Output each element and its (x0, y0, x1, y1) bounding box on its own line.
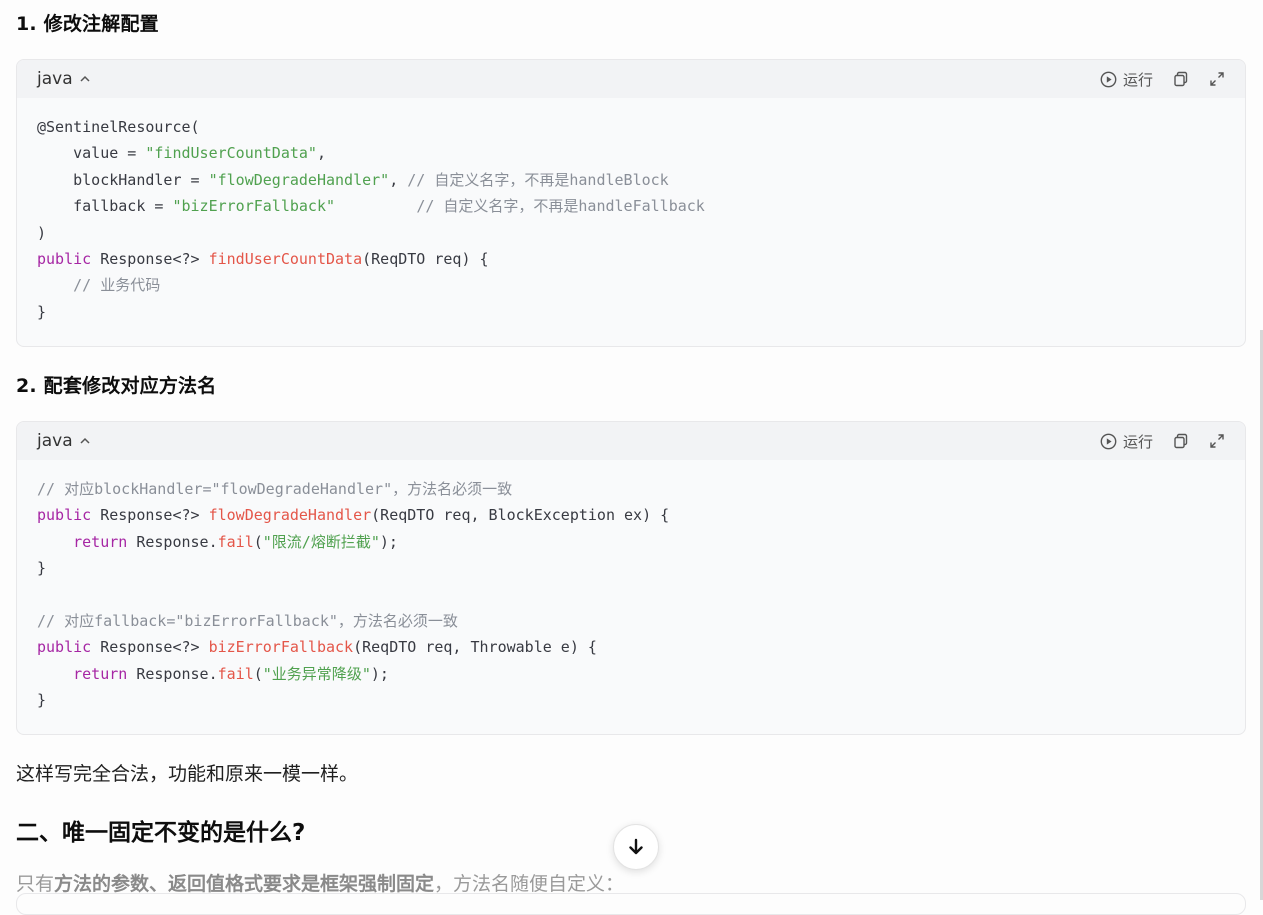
section-heading-1: 1. 修改注解配置 (16, 13, 159, 35)
code-block-header: java 运行 (17, 422, 1245, 460)
chevron-up-icon (78, 434, 92, 448)
copy-button[interactable] (1173, 433, 1189, 449)
chevron-up-icon (78, 72, 92, 86)
paragraph-text-faded: 只有方法的参数、返回值格式要求是框架强制固定，方法名随便自定义： (16, 873, 625, 895)
code-content: // 对应blockHandler="flowDegradeHandler"，方… (37, 480, 670, 710)
scroll-to-bottom-button[interactable] (613, 824, 659, 870)
language-label: java (37, 69, 73, 89)
arrow-down-icon (629, 838, 643, 855)
expand-button[interactable] (1209, 433, 1225, 449)
language-toggle[interactable]: java (37, 69, 92, 89)
run-label: 运行 (1122, 432, 1153, 451)
next-code-block-edge (16, 893, 1246, 915)
run-button[interactable]: 运行 (1100, 69, 1153, 90)
code-block-header: java 运行 (17, 60, 1245, 98)
play-circle-icon (1100, 71, 1117, 87)
language-label: java (37, 431, 73, 451)
paragraph-text: 这样写完全合法，功能和原来一模一样。 (16, 763, 359, 785)
copy-button[interactable] (1173, 71, 1189, 87)
run-button[interactable]: 运行 (1100, 431, 1153, 452)
language-toggle[interactable]: java (37, 431, 92, 451)
copy-icon (1174, 71, 1188, 87)
expand-button[interactable] (1209, 71, 1225, 87)
run-label: 运行 (1122, 70, 1153, 89)
expand-icon (1210, 72, 1224, 86)
code-block-2: java 运行 // 对应blockHandler="flowDegradeHa… (16, 421, 1246, 735)
code-block-1: java 运行 @SentinelResource( value = "find… (16, 59, 1246, 347)
copy-icon (1174, 433, 1188, 449)
section-heading-h2: 二、唯一固定不变的是什么? (16, 820, 306, 846)
section-heading-2: 2. 配套修改对应方法名 (16, 375, 217, 397)
play-circle-icon (1100, 433, 1117, 449)
code-content: @SentinelResource( value = "findUserCoun… (37, 118, 705, 321)
expand-icon (1210, 434, 1224, 448)
